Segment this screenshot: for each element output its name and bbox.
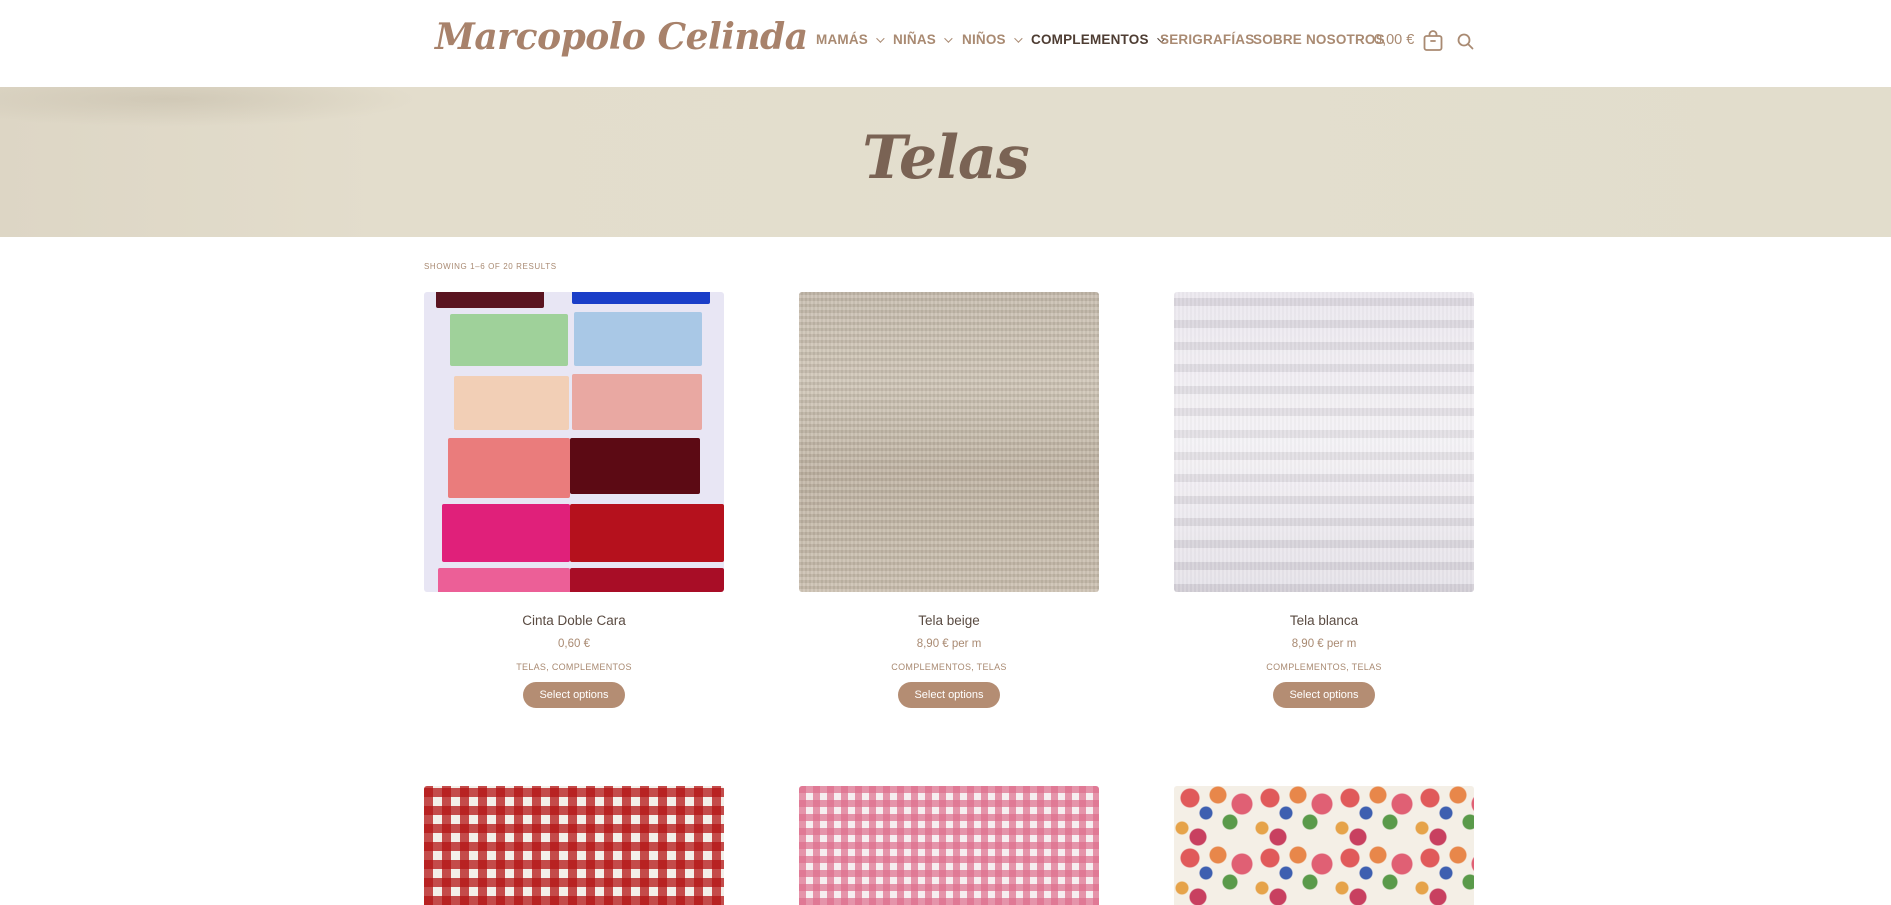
- site-logo[interactable]: Marcopolo Celinda: [435, 16, 808, 58]
- chevron-down-icon: [944, 33, 953, 43]
- product-categories[interactable]: COMPLEMENTOS, TELAS: [799, 662, 1099, 672]
- chevron-down-icon: [1013, 33, 1023, 43]
- product-card: Tela beige 8,90 € per m COMPLEMENTOS, TE…: [799, 292, 1099, 708]
- site-header: Marcopolo Celinda MAMÁS NIÑAS NIÑOS COMP…: [0, 0, 1891, 87]
- page-title: Telas: [862, 123, 1029, 193]
- product-card: Cinta Doble Cara 0,60 € TELAS, COMPLEMEN…: [424, 292, 724, 708]
- product-name[interactable]: Cinta Doble Cara: [424, 613, 724, 628]
- chevron-down-icon: [876, 33, 885, 43]
- product-card: [1174, 786, 1474, 905]
- cart-total[interactable]: 0,00 €: [1374, 32, 1414, 48]
- nav-label: NIÑAS: [893, 32, 937, 47]
- product-price: 8,90 € per m: [916, 638, 982, 650]
- search-icon[interactable]: [1457, 33, 1474, 50]
- page-hero: Telas: [0, 87, 1891, 237]
- select-options-button[interactable]: Select options: [1273, 682, 1375, 708]
- product-card: [424, 786, 724, 905]
- nav-item-mamas[interactable]: MAMÁS: [816, 32, 885, 47]
- nav-label: SOBRE NOSOTROS: [1253, 32, 1385, 47]
- select-options-button[interactable]: Select options: [523, 682, 625, 708]
- nav-label: SERIGRAFÍAS: [1160, 32, 1255, 47]
- product-image[interactable]: [1174, 786, 1474, 905]
- nav-item-ninas[interactable]: NIÑAS: [893, 32, 953, 47]
- product-image[interactable]: [424, 292, 724, 592]
- product-price: 8,90 € per m: [1291, 638, 1357, 650]
- product-image[interactable]: [1174, 292, 1474, 592]
- nav-label: NIÑOS: [962, 32, 1006, 47]
- product-image[interactable]: [424, 786, 724, 905]
- product-image[interactable]: [799, 786, 1099, 905]
- nav-item-serigrafias[interactable]: SERIGRAFÍAS: [1160, 32, 1254, 47]
- nav-item-ninos[interactable]: NIÑOS: [962, 32, 1023, 47]
- product-price: 0,60 €: [558, 638, 590, 650]
- nav-item-sobre-nosotros[interactable]: SOBRE NOSOTROS: [1253, 32, 1385, 47]
- nav-label: MAMÁS: [816, 32, 868, 47]
- hero-background-shade: [0, 87, 420, 127]
- product-card: [799, 786, 1099, 905]
- product-categories[interactable]: COMPLEMENTOS, TELAS: [1174, 662, 1474, 672]
- product-card: Tela blanca 8,90 € per m COMPLEMENTOS, T…: [1174, 292, 1474, 708]
- nav-item-complementos[interactable]: COMPLEMENTOS: [1031, 32, 1166, 47]
- product-categories[interactable]: TELAS, COMPLEMENTOS: [424, 662, 724, 672]
- product-name[interactable]: Tela blanca: [1174, 613, 1474, 628]
- shopping-bag-icon[interactable]: [1422, 30, 1444, 52]
- product-name[interactable]: Tela beige: [799, 613, 1099, 628]
- nav-label: COMPLEMENTOS: [1031, 32, 1149, 47]
- results-count: Showing 1–6 of 20 results: [424, 262, 557, 271]
- product-image[interactable]: [799, 292, 1099, 592]
- select-options-button[interactable]: Select options: [898, 682, 1000, 708]
